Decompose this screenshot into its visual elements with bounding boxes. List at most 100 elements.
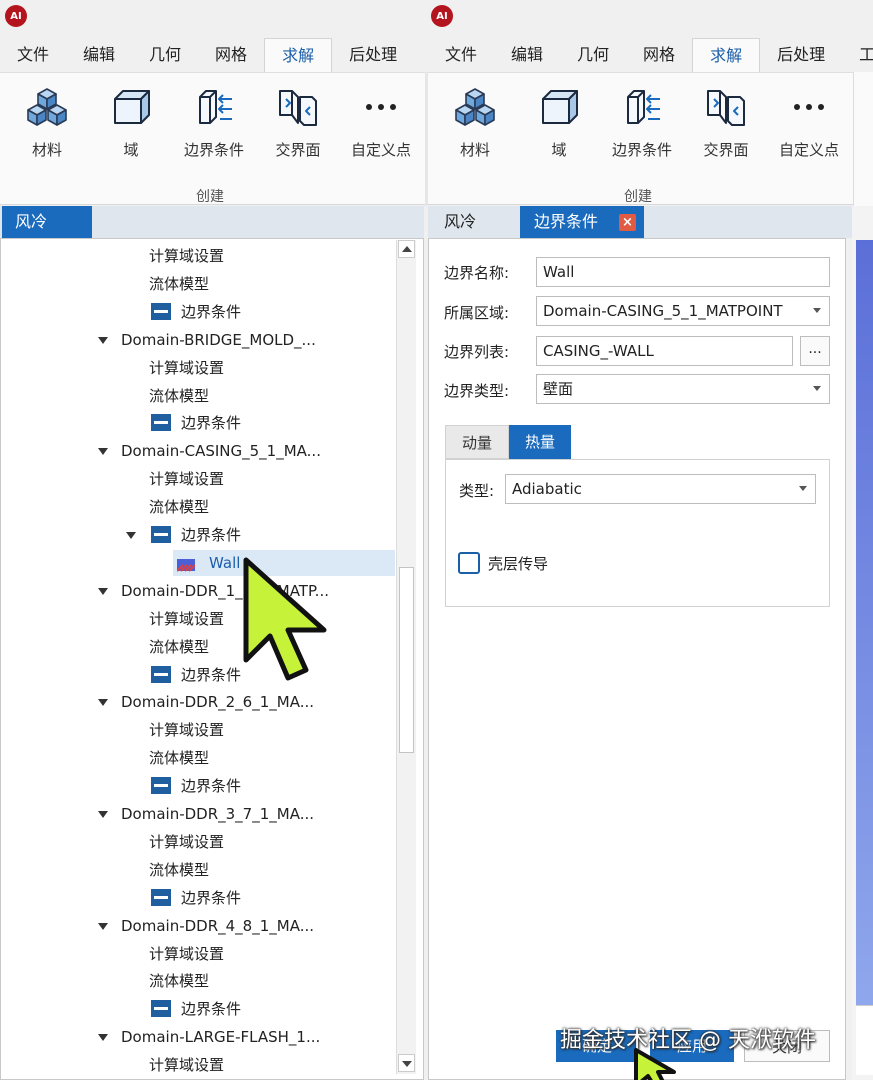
boundary-list-input[interactable]: CASING_-WALL xyxy=(536,336,793,366)
tree-bc-node[interactable]: 边界条件 xyxy=(1,299,395,325)
scroll-thumb[interactable] xyxy=(399,567,414,753)
tree-node-label: 计算域设置 xyxy=(149,832,225,851)
menu-item-2-b[interactable]: 几何 xyxy=(560,38,626,72)
tree-domain-node[interactable]: Domain-DDR_3_7_1_MA... xyxy=(1,801,395,827)
tree-child-node[interactable]: 计算域设置 xyxy=(1,466,395,492)
expand-triangle-icon[interactable] xyxy=(98,336,108,344)
tree-child-node[interactable]: 计算域设置 xyxy=(1,1052,395,1078)
chevron-down-icon-3 xyxy=(799,486,807,491)
tree-node-label: 流体模型 xyxy=(149,274,210,293)
tree-bc-node[interactable]: 边界条件 xyxy=(1,996,395,1022)
boundary-name-input[interactable]: Wall xyxy=(536,257,830,287)
wall-boundary-icon xyxy=(176,555,196,572)
tab-air-cooling-right[interactable]: 风冷 xyxy=(444,206,504,238)
ribbon-tool-label: 域 xyxy=(551,141,567,159)
tree-bc-node[interactable]: 边界条件 xyxy=(1,885,395,911)
tree-scrollbar[interactable] xyxy=(396,240,416,1074)
tree-child-node[interactable]: 流体模型 xyxy=(1,271,395,297)
expand-triangle-icon[interactable] xyxy=(126,532,136,539)
menu-item-1-b[interactable]: 编辑 xyxy=(494,38,560,72)
tree-domain-node[interactable]: Domain-LARGE-FLASH_1... xyxy=(1,1024,395,1050)
scroll-up-button[interactable] xyxy=(398,240,415,258)
tree-child-node[interactable]: 流体模型 xyxy=(1,857,395,883)
expand-triangle-icon[interactable] xyxy=(98,448,108,456)
tree-child-node[interactable]: 计算域设置 xyxy=(1,355,395,381)
tree-node-label: 计算域设置 xyxy=(149,470,225,489)
heat-type-select[interactable]: Adiabatic xyxy=(505,474,816,504)
close-icon[interactable]: × xyxy=(619,214,636,231)
boundary-name-label: 边界名称: xyxy=(444,264,510,282)
tree-domain-node[interactable]: Domain-CASING_5_1_MA... xyxy=(1,438,395,464)
menu-item-3[interactable]: 网格 xyxy=(198,38,264,72)
tree-domain-node[interactable]: Domain-BRIDGE_MOLD_... xyxy=(1,327,395,353)
menu-item-extra[interactable]: 工 xyxy=(842,38,873,72)
expand-triangle-icon[interactable] xyxy=(98,811,108,818)
expand-triangle-icon[interactable] xyxy=(98,1034,108,1042)
ribbon-group-label-2: 创建 xyxy=(624,189,652,205)
tree-node-label: 流体模型 xyxy=(149,972,210,991)
menu-item-4[interactable]: 求解 xyxy=(264,38,333,72)
tab-boundary-condition[interactable]: 边界条件 × xyxy=(520,206,644,238)
tree-child-node[interactable]: 流体模型 xyxy=(1,383,395,409)
ribbon-material-cubes-button-b[interactable]: 材料 xyxy=(438,85,512,165)
mouse-cursor-icon-2 xyxy=(634,1048,676,1080)
browse-button[interactable]: ... xyxy=(800,336,830,366)
menu-item-2[interactable]: 几何 xyxy=(132,38,198,72)
boundary-folder-icon xyxy=(151,302,171,320)
expand-triangle-icon[interactable] xyxy=(98,587,108,595)
menu-item-5-b[interactable]: 后处理 xyxy=(760,38,842,72)
ribbon-material-cubes-button[interactable]: 材料 xyxy=(10,85,84,165)
menu-item-0-b[interactable]: 文件 xyxy=(428,38,494,72)
tree-bc-node[interactable]: 边界条件 xyxy=(1,773,395,799)
boundary-condition-icon xyxy=(177,85,251,129)
tree-child-node[interactable]: 计算域设置 xyxy=(1,243,395,269)
tab-air-cooling[interactable]: 风冷 xyxy=(2,206,92,238)
menu-item-0[interactable]: 文件 xyxy=(0,38,66,72)
tree-node-label: 计算域设置 xyxy=(149,1056,225,1075)
menu-item-3-b[interactable]: 网格 xyxy=(626,38,692,72)
tree-domain-node[interactable]: Domain-DDR_2_6_1_MA... xyxy=(1,689,395,715)
heat-type-value: Adiabatic xyxy=(512,480,582,498)
tab-heat[interactable]: 热量 xyxy=(509,425,571,459)
expand-triangle-icon[interactable] xyxy=(98,699,108,707)
ribbon-domain-box-button-b[interactable]: 域 xyxy=(522,85,596,165)
tab-momentum[interactable]: 动量 xyxy=(445,425,509,459)
ribbon-interface-button-b[interactable]: 交界面 xyxy=(689,85,763,165)
tree-node-label: 流体模型 xyxy=(149,860,210,879)
tree-child-node[interactable]: 流体模型 xyxy=(1,968,395,994)
tree-child-node[interactable]: 计算域设置 xyxy=(1,717,395,743)
heat-type-label: 类型: xyxy=(459,482,495,500)
region-select[interactable]: Domain-CASING_5_1_MATPOINT xyxy=(536,296,830,326)
ribbon-boundary-condition-button-b[interactable]: 边界条件 xyxy=(605,85,679,165)
tree-bc-open-node[interactable]: 边界条件 xyxy=(1,522,395,548)
expand-triangle-icon[interactable] xyxy=(98,922,108,930)
ribbon-tool-label: 域 xyxy=(123,141,139,159)
ribbon-boundary-condition-button[interactable]: 边界条件 xyxy=(177,85,251,165)
ribbon-tool-label: 边界条件 xyxy=(611,141,672,159)
ribbon-more-dots-button[interactable]: 自定义点 xyxy=(344,85,418,165)
ribbon-interface-button[interactable]: 交界面 xyxy=(261,85,335,165)
boundary-condition-icon xyxy=(605,85,679,129)
shell-conduction-checkbox[interactable] xyxy=(458,552,480,574)
tree-node-label: 计算域设置 xyxy=(149,944,225,963)
boundary-type-select[interactable]: 壁面 xyxy=(536,374,830,404)
ribbon-more-dots-button-b[interactable]: 自定义点 xyxy=(772,85,846,165)
menu-bar: 文件 编辑 几何 网格 求解 后处理 xyxy=(0,38,414,72)
boundary-list-label: 边界列表: xyxy=(444,343,510,361)
menu-item-4-b[interactable]: 求解 xyxy=(692,38,761,72)
ribbon-domain-box-button[interactable]: 域 xyxy=(94,85,168,165)
tree-child-node[interactable]: 流体模型 xyxy=(1,745,395,771)
domain-box-icon xyxy=(94,85,168,129)
menu-item-5[interactable]: 后处理 xyxy=(332,38,414,72)
tree-domain-node[interactable]: Domain-DDR_4_8_1_MA... xyxy=(1,913,395,939)
scroll-down-button[interactable] xyxy=(398,1054,415,1072)
tree-bc-node[interactable]: 边界条件 xyxy=(1,410,395,436)
tree-child-node[interactable]: 计算域设置 xyxy=(1,829,395,855)
tree-node-label: Domain-DDR_2_6_1_MA... xyxy=(121,693,315,712)
interface-icon xyxy=(689,85,763,129)
tree-child-node[interactable]: 流体模型 xyxy=(1,494,395,520)
menu-item-1[interactable]: 编辑 xyxy=(66,38,132,72)
tree-child-node[interactable]: 计算域设置 xyxy=(1,941,395,967)
ribbon-group-label: 创建 xyxy=(196,189,224,205)
tree-node-label: Wall xyxy=(209,553,241,572)
